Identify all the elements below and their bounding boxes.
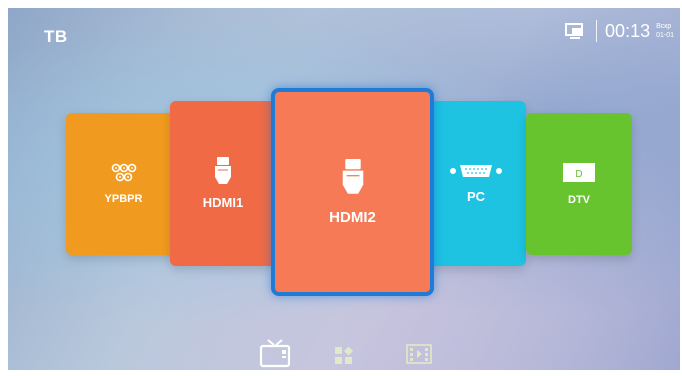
source-card-hdmi1[interactable]: HDMI1 [170, 101, 276, 266]
vga-icon [450, 165, 502, 177]
clock-day: Вскр [656, 23, 672, 30]
source-card-dtv[interactable]: D DTV [526, 113, 632, 255]
source-label: YPBPR [104, 193, 143, 205]
clock-time: 00:13 [605, 20, 651, 41]
dtv-icon-letter: D [575, 169, 582, 180]
status-bar: 00:13 Вскр 01-01 [564, 20, 674, 42]
status-divider [596, 20, 598, 42]
tv-icon[interactable] [258, 338, 292, 368]
source-label: PC [466, 189, 486, 204]
source-label: HDMI1 [202, 195, 244, 210]
component-icon [111, 163, 136, 182]
dtv-icon: D [563, 163, 595, 182]
bottom-nav [258, 338, 438, 368]
clock-date: Вскр 01-01 [656, 22, 674, 40]
input-source-icon[interactable] [564, 22, 586, 40]
source-label: HDMI2 [329, 208, 376, 226]
apps-icon[interactable] [334, 346, 354, 366]
source-label: DTV [568, 194, 590, 206]
source-card-hdmi2[interactable]: HDMI2 [271, 88, 434, 296]
clock-date-value: 01-01 [656, 32, 674, 39]
source-card-ypbpr[interactable]: YPBPR [66, 113, 181, 255]
hdmi-icon [215, 157, 231, 184]
media-icon[interactable] [406, 344, 432, 366]
page-title: ТВ [44, 27, 68, 46]
tv-screen: ТВ 00:13 Вскр 01-01 YPBPR HDMI1 PC D DTV… [8, 8, 680, 370]
source-card-pc[interactable]: PC [426, 101, 526, 266]
hdmi-icon [342, 158, 363, 194]
